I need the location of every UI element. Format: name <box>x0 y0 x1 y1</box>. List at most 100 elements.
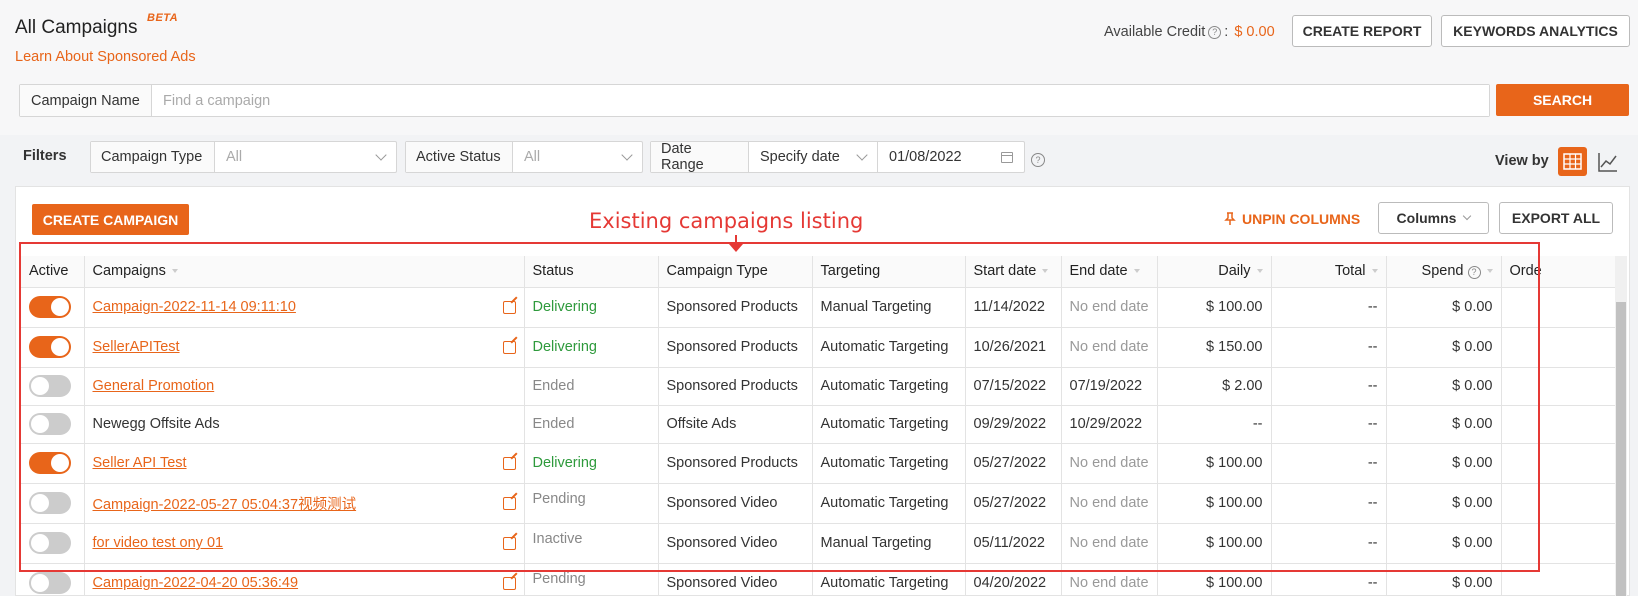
view-by-label: View by <box>1495 153 1549 169</box>
learn-sponsored-ads-link[interactable]: Learn About Sponsored Ads <box>15 49 196 65</box>
daily-cell: $ 100.00 <box>1157 483 1272 524</box>
help-icon[interactable]: ? <box>1208 25 1222 39</box>
daily-cell: $ 100.00 <box>1157 523 1272 564</box>
campaign-type-value: All <box>226 149 243 165</box>
date-range-label: Date Range <box>651 141 749 173</box>
col-spend[interactable]: Spend ? <box>1386 256 1502 288</box>
targeting-cell: Automatic Targeting <box>812 367 966 406</box>
type-cell: Sponsored Video <box>658 523 813 564</box>
campaign-link[interactable]: for video test ony 01 <box>93 535 224 551</box>
chevron-down-icon <box>621 149 633 161</box>
chart-view-icon[interactable] <box>1597 151 1619 173</box>
active-cell <box>21 367 85 406</box>
annotation-label: Existing campaigns listing <box>589 209 864 233</box>
col-targeting: Targeting <box>812 256 966 288</box>
status-cell: Delivering <box>524 327 659 368</box>
columns-label: Columns <box>1396 210 1457 226</box>
edit-icon[interactable] <box>502 576 516 590</box>
active-status-select[interactable]: All <box>513 142 642 172</box>
table-scrollbar[interactable] <box>1615 256 1627 596</box>
keywords-analytics-button[interactable]: KEYWORDS ANALYTICS <box>1441 15 1630 47</box>
campaigns-table-wrap: Active Campaigns Status Campaign Type Ta… <box>21 256 1618 596</box>
campaign-name: Newegg Offsite Ads <box>92 416 220 432</box>
campaign-name-label: Campaign Name <box>20 85 152 116</box>
col-daily[interactable]: Daily <box>1157 256 1272 288</box>
date-range-filter: Date Range Specify date 01/08/2022 <box>650 141 1025 173</box>
edit-icon[interactable] <box>502 340 516 354</box>
active-toggle[interactable] <box>29 296 71 318</box>
orders-cell <box>1501 287 1618 328</box>
campaign-cell: Campaign-2022-11-14 09:11:10 <box>84 287 525 328</box>
sort-icon <box>1133 269 1140 274</box>
total-cell: -- <box>1271 367 1387 406</box>
sort-icon <box>1256 269 1263 274</box>
campaign-type-filter[interactable]: Campaign Type All <box>90 141 397 173</box>
date-mode-select[interactable]: Specify date <box>749 142 878 172</box>
col-total[interactable]: Total <box>1271 256 1387 288</box>
spend-cell: $ 0.00 <box>1386 563 1502 596</box>
type-cell: Offsite Ads <box>658 405 813 444</box>
edit-icon[interactable] <box>502 496 516 510</box>
active-status-value: All <box>524 149 541 165</box>
page-header: All Campaigns BETA Learn About Sponsored… <box>0 0 1638 135</box>
orders-cell <box>1501 483 1618 524</box>
col-end-date[interactable]: End date <box>1061 256 1158 288</box>
type-cell: Sponsored Products <box>658 287 813 328</box>
edit-icon[interactable] <box>502 456 516 470</box>
campaign-link[interactable]: SellerAPITest <box>93 339 180 355</box>
active-toggle[interactable] <box>29 532 71 554</box>
active-toggle[interactable] <box>29 492 71 514</box>
campaigns-panel: CREATE CAMPAIGN Existing campaigns listi… <box>15 186 1630 596</box>
edit-icon[interactable] <box>502 300 516 314</box>
col-campaigns[interactable]: Campaigns <box>84 256 525 288</box>
active-status-filter[interactable]: Active Status All <box>405 141 643 173</box>
edit-icon[interactable] <box>502 536 516 550</box>
active-toggle[interactable] <box>29 375 71 397</box>
chevron-down-icon <box>375 149 387 161</box>
active-toggle[interactable] <box>29 452 71 474</box>
status-cell: Delivering <box>524 443 659 484</box>
start-date-cell: 05/27/2022 <box>965 443 1062 484</box>
available-credit: Available Credit ? : $ 0.00 <box>1104 24 1275 40</box>
help-icon[interactable]: ? <box>1467 266 1481 280</box>
table-view-icon[interactable] <box>1558 147 1587 176</box>
targeting-cell: Manual Targeting <box>812 523 966 564</box>
create-report-button[interactable]: CREATE REPORT <box>1292 15 1432 47</box>
campaign-link[interactable]: Campaign-2022-11-14 09:11:10 <box>93 299 296 315</box>
campaign-link[interactable]: Campaign-2022-05-27 05:04:37视频测试 <box>93 493 357 514</box>
active-toggle[interactable] <box>29 336 71 358</box>
active-cell <box>21 327 85 368</box>
end-date-cell: No end date <box>1061 523 1158 564</box>
search-button[interactable]: SEARCH <box>1496 84 1629 116</box>
create-campaign-button[interactable]: CREATE CAMPAIGN <box>32 204 189 235</box>
total-cell: -- <box>1271 523 1387 564</box>
total-cell: -- <box>1271 443 1387 484</box>
spend-cell: $ 0.00 <box>1386 327 1502 368</box>
date-mode-value: Specify date <box>760 149 840 165</box>
campaign-link[interactable]: General Promotion <box>93 378 215 394</box>
date-value: 01/08/2022 <box>889 149 962 165</box>
help-icon[interactable]: ? <box>1031 153 1045 167</box>
col-start-date[interactable]: Start date <box>965 256 1062 288</box>
campaign-link[interactable]: Campaign-2022-04-20 05:36:49 <box>93 575 299 591</box>
table-row: SellerAPITest Delivering Sponsored Produ… <box>21 327 1618 368</box>
filters-label: Filters <box>23 148 67 164</box>
page-title: All Campaigns <box>15 17 138 38</box>
unpin-columns-button[interactable]: UNPIN COLUMNS <box>1224 211 1360 227</box>
date-input[interactable]: 01/08/2022 <box>878 142 1024 172</box>
campaign-cell: Campaign-2022-05-27 05:04:37视频测试 <box>84 483 525 524</box>
search-input[interactable] <box>152 85 1489 116</box>
targeting-cell: Automatic Targeting <box>812 563 966 596</box>
active-toggle[interactable] <box>29 572 71 594</box>
col-orders[interactable]: Orde <box>1501 256 1618 288</box>
campaign-link[interactable]: Seller API Test <box>93 455 187 471</box>
campaign-type-select[interactable]: All <box>215 142 396 172</box>
export-all-button[interactable]: EXPORT ALL <box>1499 202 1613 234</box>
sort-icon <box>1042 269 1049 274</box>
columns-dropdown[interactable]: Columns <box>1378 202 1489 234</box>
pin-icon <box>1224 212 1236 225</box>
active-toggle[interactable] <box>29 413 71 435</box>
start-date-cell: 09/29/2022 <box>965 405 1062 444</box>
scrollbar-thumb[interactable] <box>1616 302 1626 596</box>
annotation-arrow-head <box>729 244 743 252</box>
